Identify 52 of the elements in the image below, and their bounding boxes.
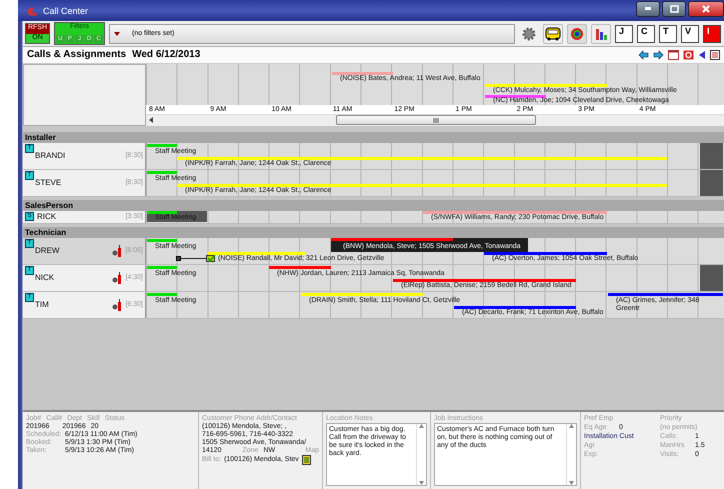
letter-button[interactable]: T <box>659 24 677 43</box>
link-line <box>180 258 206 259</box>
schedule-date: Wed 6/12/2013 <box>132 49 200 60</box>
person-name: TIM <box>35 300 49 310</box>
scroll-up-icon[interactable] <box>569 424 574 428</box>
scroll-down-icon[interactable] <box>419 481 424 486</box>
scroll-thumb[interactable] <box>336 115 536 126</box>
caret-icon <box>114 32 120 36</box>
person-name: STEVE <box>35 178 62 188</box>
appointment-bar[interactable] <box>608 292 723 296</box>
appointment-bar[interactable] <box>484 252 607 255</box>
phone-icon <box>26 4 38 17</box>
minimize-button[interactable] <box>636 0 660 17</box>
person-name: DREW <box>35 246 60 256</box>
minimize-icon <box>644 7 652 10</box>
appointment-bar[interactable] <box>454 306 576 309</box>
person-name: NICK <box>35 273 54 282</box>
maximize-icon <box>670 4 678 13</box>
scroll-left-icon[interactable] <box>149 117 155 124</box>
maximize-button[interactable] <box>662 0 686 17</box>
square-icon <box>176 256 181 261</box>
letter-button[interactable]: I <box>703 24 721 43</box>
close-icon <box>702 4 710 13</box>
person-name: RICK <box>37 212 56 222</box>
circle-icon[interactable] <box>683 50 694 60</box>
list-icon[interactable] <box>710 50 720 60</box>
appointment-bar[interactable] <box>485 94 546 98</box>
person-name: BRANDI <box>35 151 66 160</box>
horizontal-scrollbar[interactable] <box>146 114 724 126</box>
window-title: Call Center <box>43 6 88 16</box>
arrow-left-icon[interactable] <box>638 50 649 60</box>
vertical-scrollbar[interactable] <box>416 424 426 486</box>
letter-button[interactable]: J <box>615 24 633 43</box>
arrow-right-icon[interactable] <box>653 50 664 60</box>
vertical-scrollbar[interactable] <box>566 424 576 486</box>
group-header: Installer <box>23 132 724 143</box>
check-icon <box>206 254 216 262</box>
scroll-up-icon[interactable] <box>419 424 424 428</box>
letter-button[interactable]: V <box>681 24 699 43</box>
schedule-title: Calls & Assignments <box>27 49 126 60</box>
close-button[interactable] <box>688 0 724 17</box>
group-header: SalesPerson <box>23 200 724 211</box>
grip-icon <box>433 118 439 123</box>
chart-icon[interactable] <box>591 24 611 44</box>
map-icon[interactable] <box>302 454 311 465</box>
group-header: Technician <box>23 226 724 238</box>
scroll-down-icon[interactable] <box>569 481 574 486</box>
triangle-left-icon[interactable] <box>698 50 706 60</box>
bus-icon[interactable] <box>543 24 563 44</box>
calendar-icon[interactable] <box>668 50 679 60</box>
target-icon[interactable] <box>567 24 587 44</box>
letter-button[interactable]: C <box>637 24 655 43</box>
